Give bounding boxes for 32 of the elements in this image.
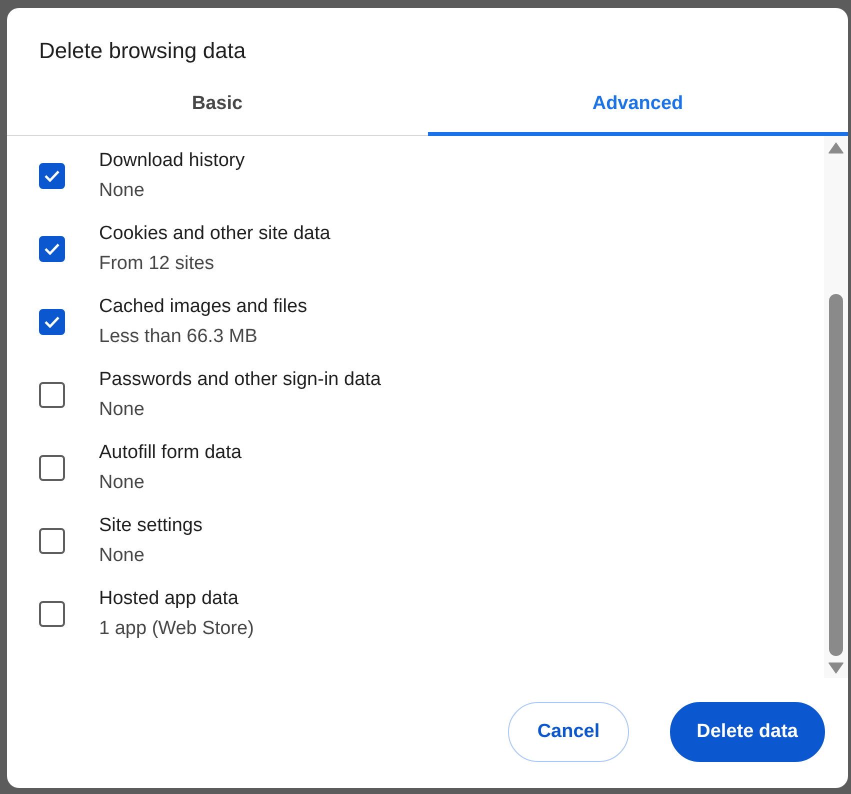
checkbox[interactable] [39, 382, 65, 408]
checkmark-icon [44, 243, 60, 256]
scrollbar[interactable] [824, 136, 848, 678]
item-label: Cached images and files [99, 294, 308, 319]
item-label: Passwords and other sign-in data [99, 368, 381, 392]
scroll-down-icon[interactable] [828, 662, 844, 674]
checkbox[interactable] [39, 309, 65, 336]
checkbox[interactable] [39, 236, 65, 262]
tab[interactable]: Advanced [428, 76, 848, 136]
item-label: Download history [99, 148, 245, 173]
delete-button[interactable]: Delete data [670, 702, 825, 762]
checkbox[interactable] [39, 455, 65, 482]
item-detail: None [99, 398, 146, 422]
item-label: Site settings [99, 514, 202, 538]
checkbox[interactable] [39, 163, 65, 190]
checkbox[interactable] [39, 601, 65, 628]
checkmark-icon [44, 170, 60, 182]
item-detail: None [99, 471, 146, 496]
item-label: Cookies and other site data [99, 222, 330, 246]
tab[interactable]: Basic [7, 76, 428, 136]
item-label: Autofill form data [99, 440, 242, 465]
item-detail: 1 app (Web Store) [99, 617, 254, 642]
scroll-up-icon[interactable] [828, 142, 844, 154]
checkmark-icon [44, 316, 60, 328]
item-detail: Less than 66.3 MB [99, 325, 258, 350]
cancel-button[interactable]: Cancel [508, 702, 629, 762]
item-detail: From 12 sites [99, 252, 216, 276]
dialog-title: Delete browsing data [38, 37, 247, 64]
checkbox[interactable] [39, 528, 65, 554]
item-detail: None [99, 544, 146, 568]
item-label: Hosted app data [99, 586, 240, 611]
item-detail: None [99, 179, 146, 204]
